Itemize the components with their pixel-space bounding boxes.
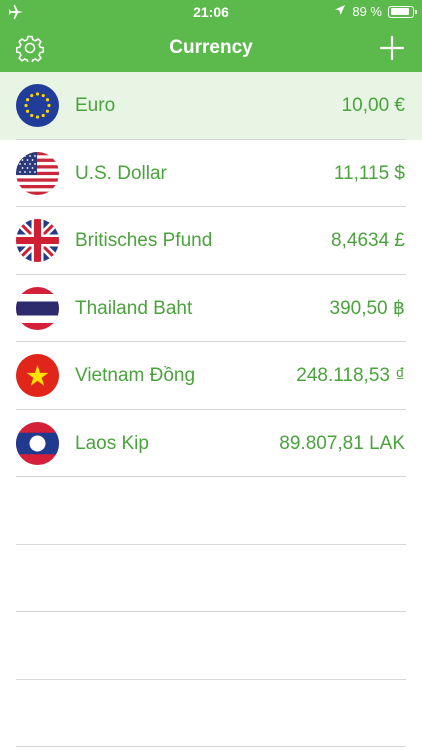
currency-value: 8,4634 £ [331,230,405,251]
status-bar: 21:06 89 % [0,0,422,24]
currency-row-vietnam-dong[interactable]: Vietnam Đồng 248.118,53 ₫ [0,342,422,410]
battery-icon [388,5,417,18]
battery-percentage: 89 % [352,4,382,19]
vietnam-flag-icon [16,354,59,397]
empty-list-row [0,545,422,612]
top-bar: 21:06 89 % Currency [0,0,422,72]
currency-value: 11,115 $ [333,162,405,184]
eu-flag-icon [16,84,59,127]
currency-row-british-pound[interactable]: Britisches Pfund 8,4634 £ [0,207,422,275]
currency-name: Thailand Baht [75,297,193,319]
empty-list-row [0,680,422,747]
status-right: 89 % [334,4,417,19]
currency-value: 390,50 ฿ [329,297,405,319]
thailand-flag-icon [16,286,59,330]
plus-icon [379,35,405,61]
location-arrow-icon [334,4,346,19]
currency-name: U.S. Dollar [75,162,167,184]
currency-name: Vietnam Đồng [75,365,196,386]
currency-row-euro[interactable]: Euro 10,00 € [0,72,422,140]
empty-list-row [0,612,422,680]
page-title: Currency [169,37,253,58]
row-divider [16,746,406,747]
uk-flag-icon [16,219,59,262]
currency-value: 89.807,81 LAK [279,432,405,454]
empty-list-row [0,477,422,545]
battery-level [390,8,410,15]
currency-name: Euro [75,95,116,116]
currency-name: Laos Kip [75,432,149,454]
currency-row-laos-kip[interactable]: Laos Kip 89.807,81 LAK [0,410,422,477]
currency-name: Britisches Pfund [75,230,213,251]
currency-row-us-dollar[interactable]: U.S. Dollar 11,115 $ [0,140,422,207]
laos-flag-icon [16,421,59,465]
add-currency-button[interactable] [378,34,406,62]
currency-list: Euro 10,00 € U.S. Dollar 11,115 $ Britis… [0,72,422,747]
currency-value: 248.118,53 ₫ [296,365,405,386]
currency-row-thailand-baht[interactable]: Thailand Baht 390,50 ฿ [0,275,422,342]
us-flag-icon [16,151,59,195]
nav-bar: Currency [0,24,422,72]
currency-value: 10,00 € [341,95,405,116]
